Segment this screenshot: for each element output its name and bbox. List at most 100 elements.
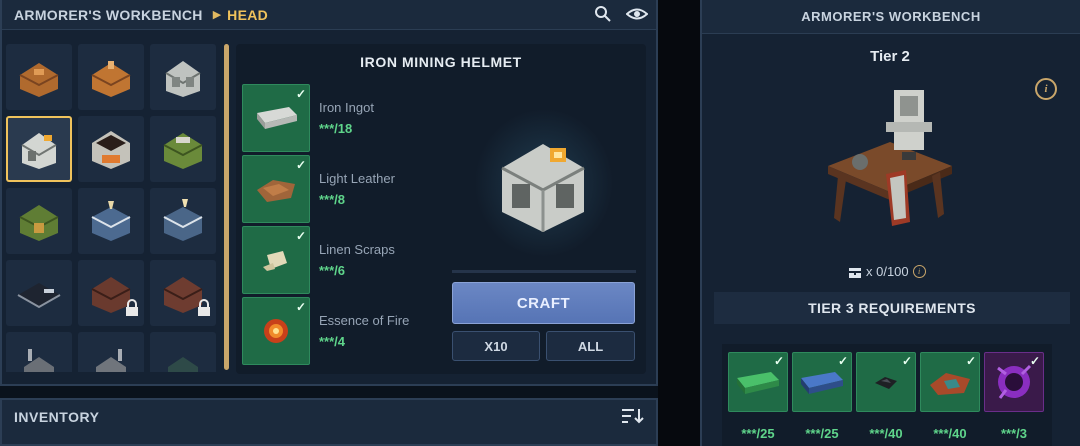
workbench-storage-count: x 0/100 i xyxy=(848,264,926,279)
recipe-title: IRON MINING HELMET xyxy=(360,54,522,70)
recipe-cell-locked-helmet-1[interactable] xyxy=(78,260,144,326)
recipe-cell-furnace-helmet[interactable] xyxy=(78,116,144,182)
eye-icon[interactable] xyxy=(625,5,649,25)
check-icon: ✓ xyxy=(295,229,306,243)
recipe-cell-green-helmet-2[interactable] xyxy=(6,188,72,254)
check-icon: ✓ xyxy=(295,87,306,101)
breadcrumb: ARMORER'S WORKBENCH ▶ HEAD xyxy=(2,0,656,30)
recipe-cell-blue-helmet-1[interactable] xyxy=(78,188,144,254)
ingredient-qty: ***/8 xyxy=(319,192,346,207)
recipe-cell-leather-helmet-2[interactable] xyxy=(78,44,144,110)
craft-x10-button[interactable]: X10 xyxy=(452,331,540,361)
green-helmet-icon xyxy=(19,205,59,241)
scrollbar-thumb[interactable] xyxy=(224,44,229,370)
requirement-qty: ***/25 xyxy=(805,426,839,441)
gray-helmet-icon xyxy=(96,349,126,372)
dark-shard-icon xyxy=(875,377,897,389)
workbench-crafting-panel: ARMORER'S WORKBENCH ▶ HEAD IRON MINING H… xyxy=(0,0,658,386)
lock-icon xyxy=(196,299,212,322)
leather-helmet-icon xyxy=(19,63,59,97)
breadcrumb-root[interactable]: ARMORER'S WORKBENCH xyxy=(14,7,203,23)
recipe-cell-partial-2[interactable] xyxy=(78,332,144,372)
furnace-helmet-icon xyxy=(92,131,130,169)
inventory-panel[interactable]: INVENTORY xyxy=(0,398,658,446)
workbench-title: ARMORER'S WORKBENCH xyxy=(702,0,1080,34)
recipe-grid xyxy=(6,44,222,372)
breadcrumb-arrow-icon: ▶ xyxy=(212,9,222,21)
sort-icon[interactable] xyxy=(622,408,644,424)
armorers-workbench-icon xyxy=(828,90,952,226)
ingredient-name: Linen Scraps xyxy=(319,242,395,257)
requirement-item: ✓ ***/25 xyxy=(792,352,852,441)
blue-helmet-icon xyxy=(91,201,131,241)
ingredient-essence-of-fire: ✓ Essence of Fire ***/4 xyxy=(242,297,442,365)
craft-all-button[interactable]: ALL xyxy=(546,331,635,361)
essence-of-fire-icon xyxy=(264,319,288,343)
leather-helmet-icon xyxy=(91,61,131,97)
light-leather-icon xyxy=(257,180,295,202)
requirement-qty: ***/40 xyxy=(869,426,903,441)
storage-count-text: x 0/100 xyxy=(866,264,909,279)
lock-icon xyxy=(124,299,140,322)
check-icon: ✓ xyxy=(1029,354,1040,368)
recipe-cell-green-helmet-1[interactable] xyxy=(150,116,216,182)
ingredient-iron-ingot: ✓ Iron Ingot ***/18 xyxy=(242,84,442,152)
craft-button[interactable]: CRAFT xyxy=(452,282,635,324)
storage-info-icon[interactable]: i xyxy=(912,265,926,278)
ingredient-qty: ***/4 xyxy=(319,334,346,349)
linen-scraps-icon xyxy=(263,251,287,271)
search-icon[interactable] xyxy=(594,5,614,25)
recipe-cell-locked-helmet-2[interactable] xyxy=(150,260,216,326)
inventory-title: INVENTORY xyxy=(14,409,100,425)
ingredient-name: Iron Ingot xyxy=(319,100,374,115)
requirement-slot[interactable]: ✓ xyxy=(920,352,980,412)
game-screen: ARMORER'S WORKBENCH ▶ HEAD IRON MINING H… xyxy=(0,0,1080,446)
check-icon: ✓ xyxy=(295,300,306,314)
tier-label: Tier 2 xyxy=(870,48,910,65)
silver-helmet-icon xyxy=(165,61,201,97)
requirement-slot[interactable]: ✓ xyxy=(856,352,916,412)
green-helmet-icon xyxy=(163,133,203,169)
info-icon[interactable]: i xyxy=(1035,78,1057,100)
recipe-cell-leather-helmet-1[interactable] xyxy=(6,44,72,110)
ingredient-slot[interactable]: ✓ xyxy=(242,226,310,294)
dark-helmet-icon xyxy=(17,283,61,309)
blue-bar-icon xyxy=(801,372,843,394)
recipe-cell-partial-3[interactable] xyxy=(150,332,216,372)
requirement-slot[interactable]: ✓ xyxy=(728,352,788,412)
ingredient-linen-scraps: ✓ Linen Scraps ***/6 xyxy=(242,226,442,294)
requirement-qty: ***/25 xyxy=(741,426,775,441)
tier-requirements-list: ✓ ***/25 ✓ ***/25 ✓ ***/40 ✓ ***/40 ✓ **… xyxy=(722,344,1052,446)
tier-requirements-title: TIER 3 REQUIREMENTS xyxy=(714,292,1070,324)
gray-helmet-icon xyxy=(24,349,54,372)
check-icon: ✓ xyxy=(901,354,912,368)
ingredient-qty: ***/18 xyxy=(319,121,353,136)
ingredient-light-leather: ✓ Light Leather ***/8 xyxy=(242,155,442,223)
green-bar-icon xyxy=(737,372,779,394)
ingredient-name: Essence of Fire xyxy=(319,313,410,328)
chest-icon xyxy=(849,267,861,278)
ingredient-slot[interactable]: ✓ xyxy=(242,155,310,223)
recipe-cell-partial-1[interactable] xyxy=(6,332,72,372)
recipe-grid-scrollbar[interactable] xyxy=(224,44,229,370)
recipe-cell-silver-helmet[interactable] xyxy=(150,44,216,110)
check-icon: ✓ xyxy=(965,354,976,368)
ingredient-slot[interactable]: ✓ xyxy=(242,84,310,152)
recipe-cell-iron-mining-helmet[interactable] xyxy=(6,116,72,182)
check-icon: ✓ xyxy=(295,158,306,172)
breadcrumb-current: HEAD xyxy=(227,6,269,23)
requirement-slot[interactable]: ✓ xyxy=(984,352,1044,412)
check-icon: ✓ xyxy=(773,354,784,368)
requirement-slot[interactable]: ✓ xyxy=(792,352,852,412)
workbench-info-panel: ARMORER'S WORKBENCH Tier 2 i x 0/100 i T… xyxy=(700,0,1080,446)
ingredient-slot[interactable]: ✓ xyxy=(242,297,310,365)
copper-leather-icon xyxy=(930,373,970,395)
recipe-cell-blue-helmet-2[interactable] xyxy=(150,188,216,254)
ingredient-qty: ***/6 xyxy=(319,263,346,278)
iron-ingot-icon xyxy=(257,107,297,129)
check-icon: ✓ xyxy=(837,354,848,368)
divider xyxy=(452,270,636,273)
recipe-cell-dark-helmet[interactable] xyxy=(6,260,72,326)
iron-mining-helmet-preview-icon xyxy=(501,144,585,232)
requirement-item: ✓ ***/25 xyxy=(728,352,788,441)
